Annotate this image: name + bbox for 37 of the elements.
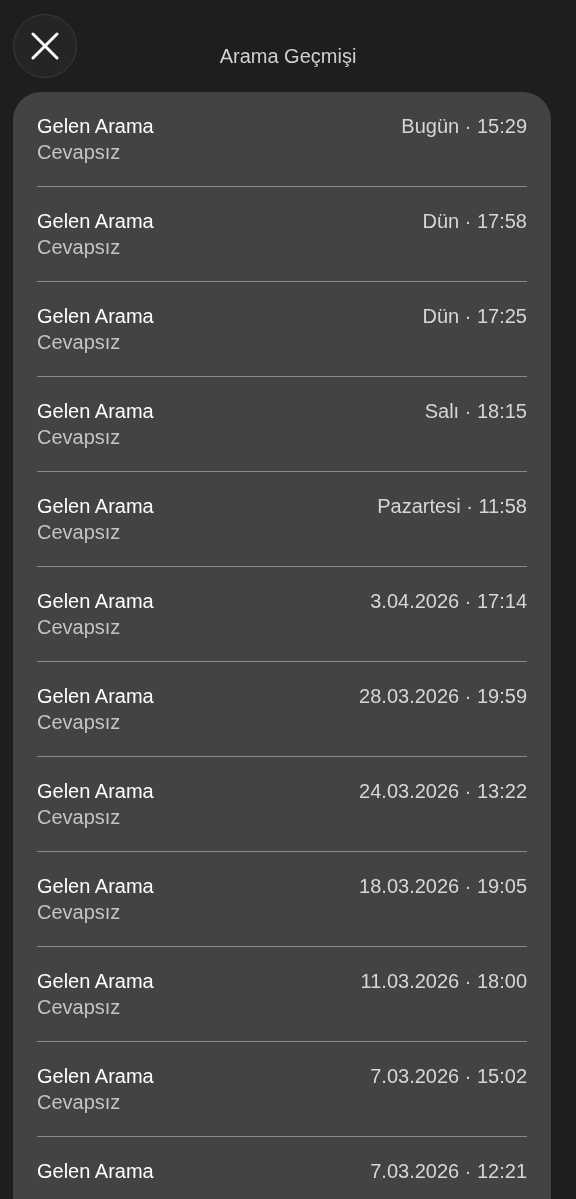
call-time: Bugün · 15:29 xyxy=(401,114,527,139)
call-time: 11.03.2026 · 18:00 xyxy=(360,969,527,994)
call-time: 7.03.2026 · 12:21 xyxy=(370,1159,527,1184)
call-type: Gelen Arama xyxy=(37,874,154,899)
call-time: Dün · 17:58 xyxy=(422,209,527,234)
call-type: Gelen Arama xyxy=(37,209,154,234)
call-time: 7.03.2026 · 15:02 xyxy=(370,1064,527,1089)
call-time: 18.03.2026 · 19:05 xyxy=(359,874,527,899)
screen-title: Arama Geçmişi xyxy=(219,45,357,69)
call-time: 24.03.2026 · 13:22 xyxy=(359,779,527,804)
call-type: Gelen Arama xyxy=(37,684,154,709)
call-type: Gelen Arama xyxy=(37,494,154,519)
call-time: Dün · 17:25 xyxy=(422,304,527,329)
call-type: Gelen Arama xyxy=(37,969,154,994)
call-status: Cevapsız xyxy=(37,425,122,450)
call-type: Gelen Arama xyxy=(37,589,154,614)
call-type: Gelen Arama xyxy=(37,114,154,139)
call-status: Cevapsız xyxy=(37,805,122,830)
close-icon xyxy=(31,32,59,60)
call-status: Cevapsız xyxy=(37,710,122,735)
call-type: Gelen Arama xyxy=(37,399,154,424)
call-type: Gelen Arama xyxy=(37,1159,154,1184)
call-time: Pazartesi · 11:58 xyxy=(377,494,527,519)
call-status: Cevapsız xyxy=(37,1090,122,1115)
call-type: Gelen Arama xyxy=(37,1064,154,1089)
call-status: Cevapsız xyxy=(37,520,122,545)
call-status: Cevapsız xyxy=(37,615,122,640)
call-status: Cevapsız xyxy=(37,140,122,165)
call-time: Salı · 18:15 xyxy=(424,399,527,424)
call-time: 28.03.2026 · 19:59 xyxy=(359,684,527,709)
call-type: Gelen Arama xyxy=(37,779,154,804)
call-time: 3.04.2026 · 17:14 xyxy=(370,589,527,614)
call-type: Gelen Arama xyxy=(37,304,154,329)
call-status: Cevapsız xyxy=(37,235,122,260)
call-status: Cevapsız xyxy=(37,900,122,925)
call-status: Cevapsız xyxy=(37,330,122,355)
call-status: Cevapsız xyxy=(37,995,122,1020)
